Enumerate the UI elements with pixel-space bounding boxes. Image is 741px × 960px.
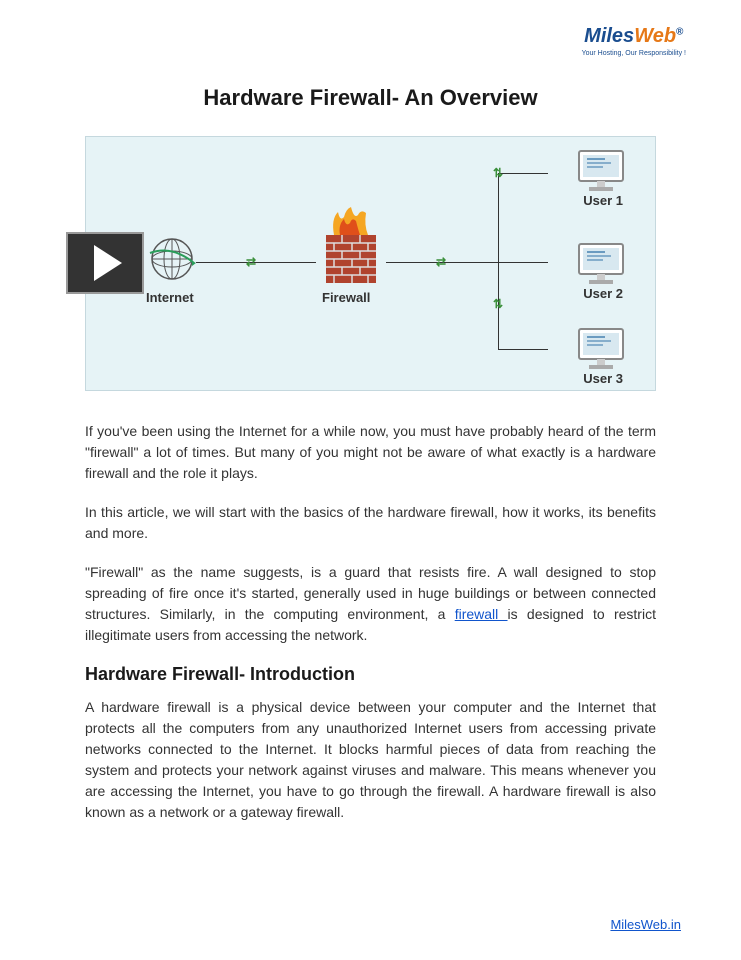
paragraph: A hardware firewall is a physical device… (85, 697, 656, 823)
logo-registered: ® (676, 26, 683, 37)
firewall-icon (316, 207, 386, 292)
logo-part1: Miles (584, 25, 634, 47)
bolt-icon: ⇄ (246, 255, 256, 269)
bolt-icon: ⇅ (493, 297, 503, 311)
connection-line (498, 262, 548, 263)
paragraph: "Firewall" as the name suggests, is a gu… (85, 562, 656, 646)
page-title: Hardware Firewall- An Overview (50, 85, 691, 111)
bolt-icon: ⇄ (436, 255, 446, 269)
footer-link-wrap: MilesWeb.in (610, 917, 681, 932)
connection-line (498, 173, 499, 349)
logo-part2: Web (634, 25, 676, 47)
firewall-label: Firewall (322, 290, 370, 305)
article-content: If you've been using the Internet for a … (50, 421, 691, 823)
paragraph: If you've been using the Internet for a … (85, 421, 656, 484)
connection-line (498, 173, 548, 174)
globe-icon (148, 235, 196, 288)
user2-label: User 2 (583, 286, 623, 301)
user3-label: User 3 (583, 371, 623, 386)
logo-tagline: Your Hosting, Our Responsibility ! (582, 50, 686, 57)
footer-link[interactable]: MilesWeb.in (610, 917, 681, 932)
brand-logo: MilesWeb® Your Hosting, Our Responsibili… (582, 25, 686, 57)
logo-text: MilesWeb® (582, 25, 686, 48)
paragraph: In this article, we will start with the … (85, 502, 656, 544)
section-heading: Hardware Firewall- Introduction (85, 664, 656, 685)
play-icon (94, 245, 122, 281)
play-button[interactable] (66, 232, 144, 294)
bolt-icon: ⇅ (493, 166, 503, 180)
firewall-link[interactable]: firewall (455, 606, 508, 622)
connection-line (498, 349, 548, 350)
firewall-diagram: Internet (85, 136, 656, 391)
user1-label: User 1 (583, 193, 623, 208)
internet-label: Internet (146, 290, 194, 305)
